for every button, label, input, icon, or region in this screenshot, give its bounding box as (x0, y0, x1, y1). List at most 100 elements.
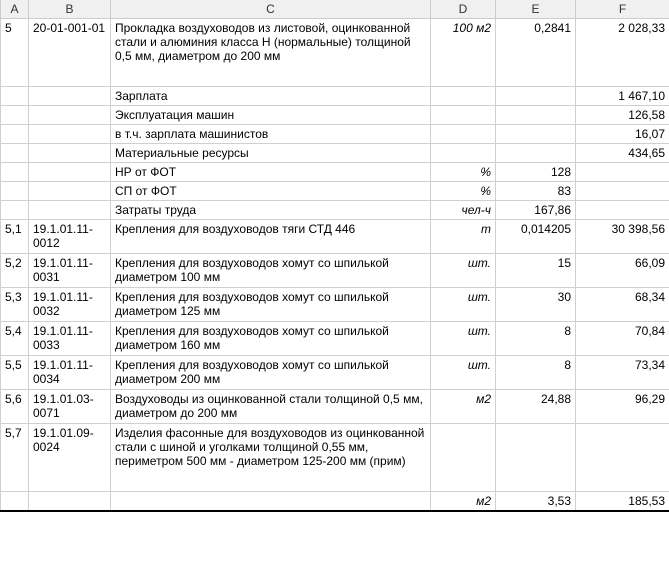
cell-f[interactable]: 434,65 (576, 144, 669, 163)
cell-a[interactable]: 5 (1, 19, 29, 87)
cell-c[interactable]: Крепления для воздуховодов хомут со шпил… (111, 322, 431, 356)
cell-c[interactable]: Крепления для воздуховодов хомут со шпил… (111, 288, 431, 322)
cell-b[interactable]: 19.1.01.11-0033 (29, 322, 111, 356)
cell-d[interactable]: шт. (431, 288, 496, 322)
cell-e[interactable] (496, 144, 576, 163)
cell-f[interactable]: 96,29 (576, 390, 669, 424)
col-header-c[interactable]: C (111, 0, 431, 19)
cell-f[interactable]: 16,07 (576, 125, 669, 144)
cell-e[interactable]: 24,88 (496, 390, 576, 424)
cell-e[interactable]: 0,2841 (496, 19, 576, 87)
cell-e[interactable]: 128 (496, 163, 576, 182)
col-header-f[interactable]: F (576, 0, 669, 19)
cell-b[interactable]: 19.1.01.09-0024 (29, 424, 111, 492)
cell-b[interactable]: 19.1.01.03-0071 (29, 390, 111, 424)
cell-f[interactable]: 185,53 (576, 492, 669, 512)
cell-c[interactable]: в т.ч. зарплата машинистов (111, 125, 431, 144)
cell-e[interactable]: 167,86 (496, 201, 576, 220)
cell-a[interactable]: 5,7 (1, 424, 29, 492)
cell-c[interactable]: Крепления для воздуховодов тяги СТД 446 (111, 220, 431, 254)
cell-d[interactable]: % (431, 163, 496, 182)
cell-a[interactable] (1, 492, 29, 512)
cell-a[interactable]: 5,3 (1, 288, 29, 322)
cell-c[interactable]: СП от ФОТ (111, 182, 431, 201)
cell-d[interactable] (431, 424, 496, 492)
col-header-b[interactable]: B (29, 0, 111, 19)
cell-b[interactable]: 19.1.01.11-0034 (29, 356, 111, 390)
cell-c[interactable]: Прокладка воздуховодов из листовой, оцин… (111, 19, 431, 87)
cell-b[interactable]: 19.1.01.11-0031 (29, 254, 111, 288)
cell-a[interactable] (1, 163, 29, 182)
cell-c[interactable]: Крепления для воздуховодов хомут со шпил… (111, 356, 431, 390)
cell-b[interactable] (29, 106, 111, 125)
cell-f[interactable]: 66,09 (576, 254, 669, 288)
cell-d[interactable]: чел-ч (431, 201, 496, 220)
cell-d[interactable]: м2 (431, 492, 496, 512)
cell-b[interactable] (29, 201, 111, 220)
cell-f[interactable] (576, 201, 669, 220)
cell-d[interactable] (431, 87, 496, 106)
cell-e[interactable]: 8 (496, 322, 576, 356)
cell-a[interactable]: 5,6 (1, 390, 29, 424)
cell-f[interactable] (576, 163, 669, 182)
cell-a[interactable] (1, 125, 29, 144)
cell-b[interactable] (29, 125, 111, 144)
cell-a[interactable] (1, 87, 29, 106)
cell-a[interactable] (1, 106, 29, 125)
cell-d[interactable]: % (431, 182, 496, 201)
cell-e[interactable]: 8 (496, 356, 576, 390)
cell-f[interactable]: 70,84 (576, 322, 669, 356)
cell-b[interactable] (29, 144, 111, 163)
cell-c[interactable]: Зарплата (111, 87, 431, 106)
cell-f[interactable]: 30 398,56 (576, 220, 669, 254)
cell-e[interactable]: 0,014205 (496, 220, 576, 254)
cell-c[interactable]: Затраты труда (111, 201, 431, 220)
cell-c[interactable]: НР от ФОТ (111, 163, 431, 182)
cell-f[interactable]: 68,34 (576, 288, 669, 322)
cell-d[interactable]: м2 (431, 390, 496, 424)
col-header-e[interactable]: E (496, 0, 576, 19)
cell-b[interactable] (29, 182, 111, 201)
cell-c[interactable]: Материальные ресурсы (111, 144, 431, 163)
cell-f[interactable] (576, 424, 669, 492)
cell-e[interactable]: 15 (496, 254, 576, 288)
cell-a[interactable]: 5,5 (1, 356, 29, 390)
cell-e[interactable]: 83 (496, 182, 576, 201)
cell-f[interactable]: 126,58 (576, 106, 669, 125)
cell-f[interactable] (576, 182, 669, 201)
cell-d[interactable]: шт. (431, 322, 496, 356)
cell-c[interactable]: Эксплуатация машин (111, 106, 431, 125)
cell-e[interactable]: 3,53 (496, 492, 576, 512)
cell-d[interactable]: шт. (431, 356, 496, 390)
cell-f[interactable]: 1 467,10 (576, 87, 669, 106)
spreadsheet-grid[interactable]: A B C D E F 520-01-001-01Прокладка возду… (0, 0, 669, 512)
cell-b[interactable]: 19.1.01.11-0032 (29, 288, 111, 322)
cell-a[interactable] (1, 182, 29, 201)
cell-f[interactable]: 73,34 (576, 356, 669, 390)
cell-e[interactable]: 30 (496, 288, 576, 322)
cell-b[interactable] (29, 492, 111, 512)
cell-a[interactable] (1, 144, 29, 163)
cell-a[interactable]: 5,2 (1, 254, 29, 288)
cell-d[interactable]: т (431, 220, 496, 254)
col-header-d[interactable]: D (431, 0, 496, 19)
cell-f[interactable]: 2 028,33 (576, 19, 669, 87)
cell-b[interactable]: 20-01-001-01 (29, 19, 111, 87)
cell-d[interactable]: 100 м2 (431, 19, 496, 87)
cell-e[interactable] (496, 125, 576, 144)
cell-a[interactable]: 5,1 (1, 220, 29, 254)
cell-d[interactable] (431, 125, 496, 144)
cell-d[interactable] (431, 106, 496, 125)
cell-a[interactable]: 5,4 (1, 322, 29, 356)
cell-b[interactable] (29, 87, 111, 106)
cell-e[interactable] (496, 87, 576, 106)
cell-a[interactable] (1, 201, 29, 220)
cell-c[interactable]: Изделия фасонные для воздуховодов из оци… (111, 424, 431, 492)
cell-c[interactable] (111, 492, 431, 512)
col-header-a[interactable]: A (1, 0, 29, 19)
cell-e[interactable] (496, 106, 576, 125)
cell-d[interactable]: шт. (431, 254, 496, 288)
cell-b[interactable] (29, 163, 111, 182)
cell-d[interactable] (431, 144, 496, 163)
cell-e[interactable] (496, 424, 576, 492)
